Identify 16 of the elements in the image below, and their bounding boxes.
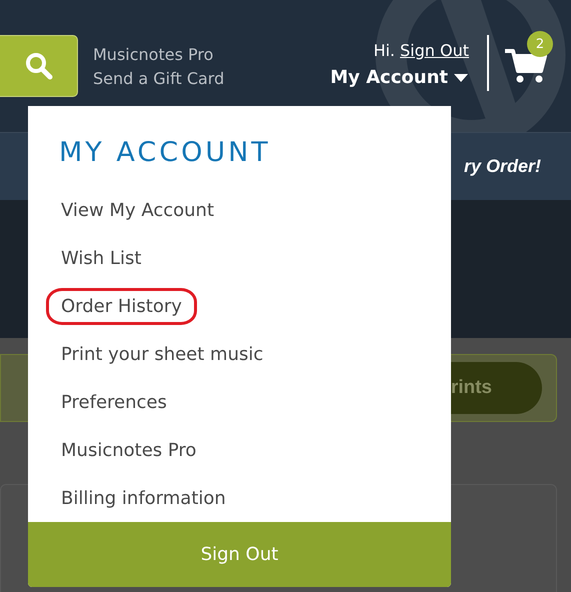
search-button[interactable] [0, 35, 78, 97]
dropdown-title: MY ACCOUNT [59, 136, 272, 170]
promo-text: ry Order! [464, 156, 541, 177]
menu-item[interactable]: Preferences [46, 384, 182, 420]
menu-item[interactable]: Print your sheet music [46, 336, 278, 372]
greeting-text: Hi. [373, 40, 395, 62]
search-icon [24, 51, 54, 81]
my-account-menu[interactable]: My Account [330, 67, 469, 88]
menu-item[interactable]: Billing information [46, 480, 241, 516]
header-link[interactable]: Musicnotes Pro [93, 44, 224, 66]
menu-item[interactable]: Wish List [46, 240, 156, 276]
menu-item[interactable]: Musicnotes Pro [46, 432, 212, 468]
header-link[interactable]: Send a Gift Card [93, 68, 224, 90]
menu-item[interactable]: Order History [46, 288, 197, 324]
menu-item[interactable]: View My Account [46, 192, 230, 228]
sign-out-link[interactable]: Sign Out [400, 40, 469, 62]
